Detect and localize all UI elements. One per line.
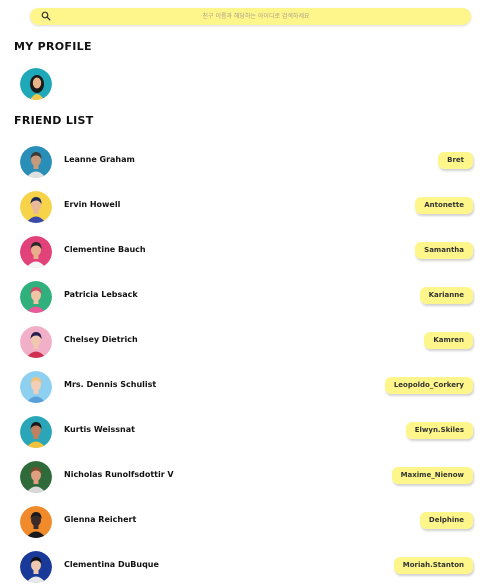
search-icon xyxy=(41,11,51,21)
friend-name: Nicholas Runolfsdottir V xyxy=(64,470,174,479)
friend-avatar[interactable] xyxy=(20,236,52,268)
friend-row[interactable]: Clementine Bauch Samantha xyxy=(0,230,493,270)
friend-avatar[interactable] xyxy=(20,191,52,223)
friend-name: Chelsey Dietrich xyxy=(64,335,138,344)
friend-row[interactable]: Chelsey Dietrich Kamren xyxy=(0,320,493,360)
friend-row[interactable]: Glenna Reichert Delphine xyxy=(0,500,493,540)
friend-name: Leanne Graham xyxy=(64,155,135,164)
friend-username-badge[interactable]: Antonette xyxy=(415,197,473,214)
friend-username-badge[interactable]: Kamren xyxy=(424,332,473,349)
friend-username-badge[interactable]: Elwyn.Skiles xyxy=(405,422,473,439)
search-input[interactable] xyxy=(56,8,456,25)
my-profile-title: MY PROFILE xyxy=(14,40,92,53)
friend-row[interactable]: Ervin Howell Antonette xyxy=(0,185,493,225)
friend-avatar[interactable] xyxy=(20,416,52,448)
friend-username-badge[interactable]: Karianne xyxy=(419,287,473,304)
friend-avatar[interactable] xyxy=(20,506,52,538)
friend-avatar[interactable] xyxy=(20,146,52,178)
friend-avatar[interactable] xyxy=(20,551,52,583)
friend-list-title: FRIEND LIST xyxy=(14,114,94,127)
friend-username-badge[interactable]: Moriah.Stanton xyxy=(393,557,473,574)
friend-username-badge[interactable]: Leopoldo_Corkery xyxy=(384,377,473,394)
search-bar[interactable] xyxy=(30,8,471,25)
my-profile-avatar[interactable] xyxy=(20,68,52,100)
friend-name: Clementine Bauch xyxy=(64,245,146,254)
friend-name: Ervin Howell xyxy=(64,200,121,209)
friend-username-badge[interactable]: Delphine xyxy=(419,512,473,529)
friend-name: Clementina DuBuque xyxy=(64,560,159,569)
friend-row[interactable]: Clementina DuBuque Moriah.Stanton xyxy=(0,545,493,585)
friend-row[interactable]: Kurtis Weissnat Elwyn.Skiles xyxy=(0,410,493,450)
friend-name: Glenna Reichert xyxy=(64,515,137,524)
friend-avatar[interactable] xyxy=(20,371,52,403)
friend-row[interactable]: Mrs. Dennis Schulist Leopoldo_Corkery xyxy=(0,365,493,405)
friend-row[interactable]: Nicholas Runolfsdottir V Maxime_Nienow xyxy=(0,455,493,495)
friend-name: Patricia Lebsack xyxy=(64,290,138,299)
friend-row[interactable]: Leanne Graham Bret xyxy=(0,140,493,180)
friend-username-badge[interactable]: Maxime_Nienow xyxy=(391,467,473,484)
friend-avatar[interactable] xyxy=(20,461,52,493)
friend-username-badge[interactable]: Samantha xyxy=(415,242,473,259)
friend-name: Mrs. Dennis Schulist xyxy=(64,380,157,389)
friend-name: Kurtis Weissnat xyxy=(64,425,135,434)
friend-avatar[interactable] xyxy=(20,281,52,313)
friend-avatar[interactable] xyxy=(20,326,52,358)
friend-username-badge[interactable]: Bret xyxy=(438,152,473,169)
friend-row[interactable]: Patricia Lebsack Karianne xyxy=(0,275,493,315)
